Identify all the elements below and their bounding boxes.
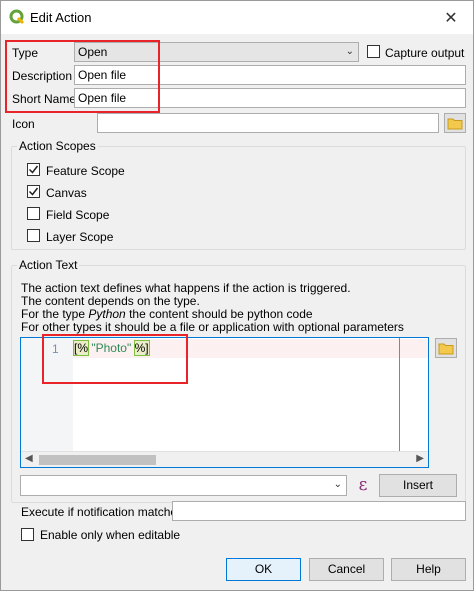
enable-when-editable-checkbox[interactable] [21, 528, 34, 541]
help-text-line-3-pre: For the type [21, 307, 89, 321]
folder-icon [438, 343, 454, 354]
horizontal-scrollbar[interactable]: ◀ ▶ [21, 451, 428, 467]
feature-scope-label: Feature Scope [46, 164, 125, 178]
annotation-highlight-top [5, 40, 160, 113]
ok-button[interactable]: OK [226, 558, 301, 581]
notification-label: Execute if notification matches [21, 505, 184, 519]
edit-action-dialog: Edit Action ✕ Type Open ⌄ Capture output… [0, 0, 474, 591]
notification-input[interactable] [172, 501, 466, 521]
capture-output-checkbox[interactable] [367, 45, 380, 58]
feature-scope-checkbox[interactable] [27, 163, 40, 176]
icon-path-input[interactable] [97, 113, 439, 133]
help-button[interactable]: Help [391, 558, 466, 581]
help-text-line-2: The content depends on the type. [21, 294, 200, 308]
layer-scope-label: Layer Scope [46, 230, 114, 244]
scroll-left-icon[interactable]: ◀ [25, 453, 33, 464]
scrollbar-thumb[interactable] [39, 455, 156, 465]
help-text-line-3: For the type Python the content should b… [21, 307, 313, 321]
help-text-line-1: The action text defines what happens if … [21, 281, 351, 295]
checkmark-icon [28, 165, 39, 174]
edge-margin-line [399, 338, 400, 452]
qgis-logo-icon [9, 9, 25, 25]
enable-when-editable-label: Enable only when editable [40, 528, 181, 542]
checkmark-icon [28, 187, 39, 196]
folder-icon [447, 118, 463, 129]
capture-output-label: Capture output [385, 46, 465, 60]
chevron-down-icon: ⌄ [333, 479, 342, 490]
canvas-label: Canvas [46, 186, 87, 200]
help-text-line-3-post: the content should be python code [125, 307, 313, 321]
title-bar: Edit Action ✕ [1, 1, 473, 34]
window-title: Edit Action [30, 10, 92, 25]
canvas-checkbox[interactable] [27, 185, 40, 198]
scroll-right-icon[interactable]: ▶ [416, 453, 424, 464]
field-scope-checkbox[interactable] [27, 207, 40, 220]
annotation-highlight-code [42, 334, 188, 384]
cancel-button[interactable]: Cancel [309, 558, 384, 581]
action-scopes-title: Action Scopes [17, 139, 98, 153]
expression-builder-icon[interactable]: ε [352, 474, 374, 496]
window-close-button[interactable]: ✕ [429, 1, 473, 34]
action-text-title: Action Text [17, 258, 80, 272]
layer-scope-checkbox[interactable] [27, 229, 40, 242]
field-scope-label: Field Scope [46, 208, 110, 222]
icon-label: Icon [12, 117, 35, 131]
insert-button[interactable]: Insert [379, 474, 457, 497]
action-browse-button[interactable] [435, 338, 457, 358]
chevron-down-icon: ⌄ [345, 46, 354, 57]
help-text-line-3-python: Python [88, 307, 126, 321]
expression-combobox[interactable]: ⌄ [20, 475, 347, 496]
help-text-line-4: For other types it should be a file or a… [21, 320, 404, 334]
icon-browse-button[interactable] [444, 113, 466, 133]
